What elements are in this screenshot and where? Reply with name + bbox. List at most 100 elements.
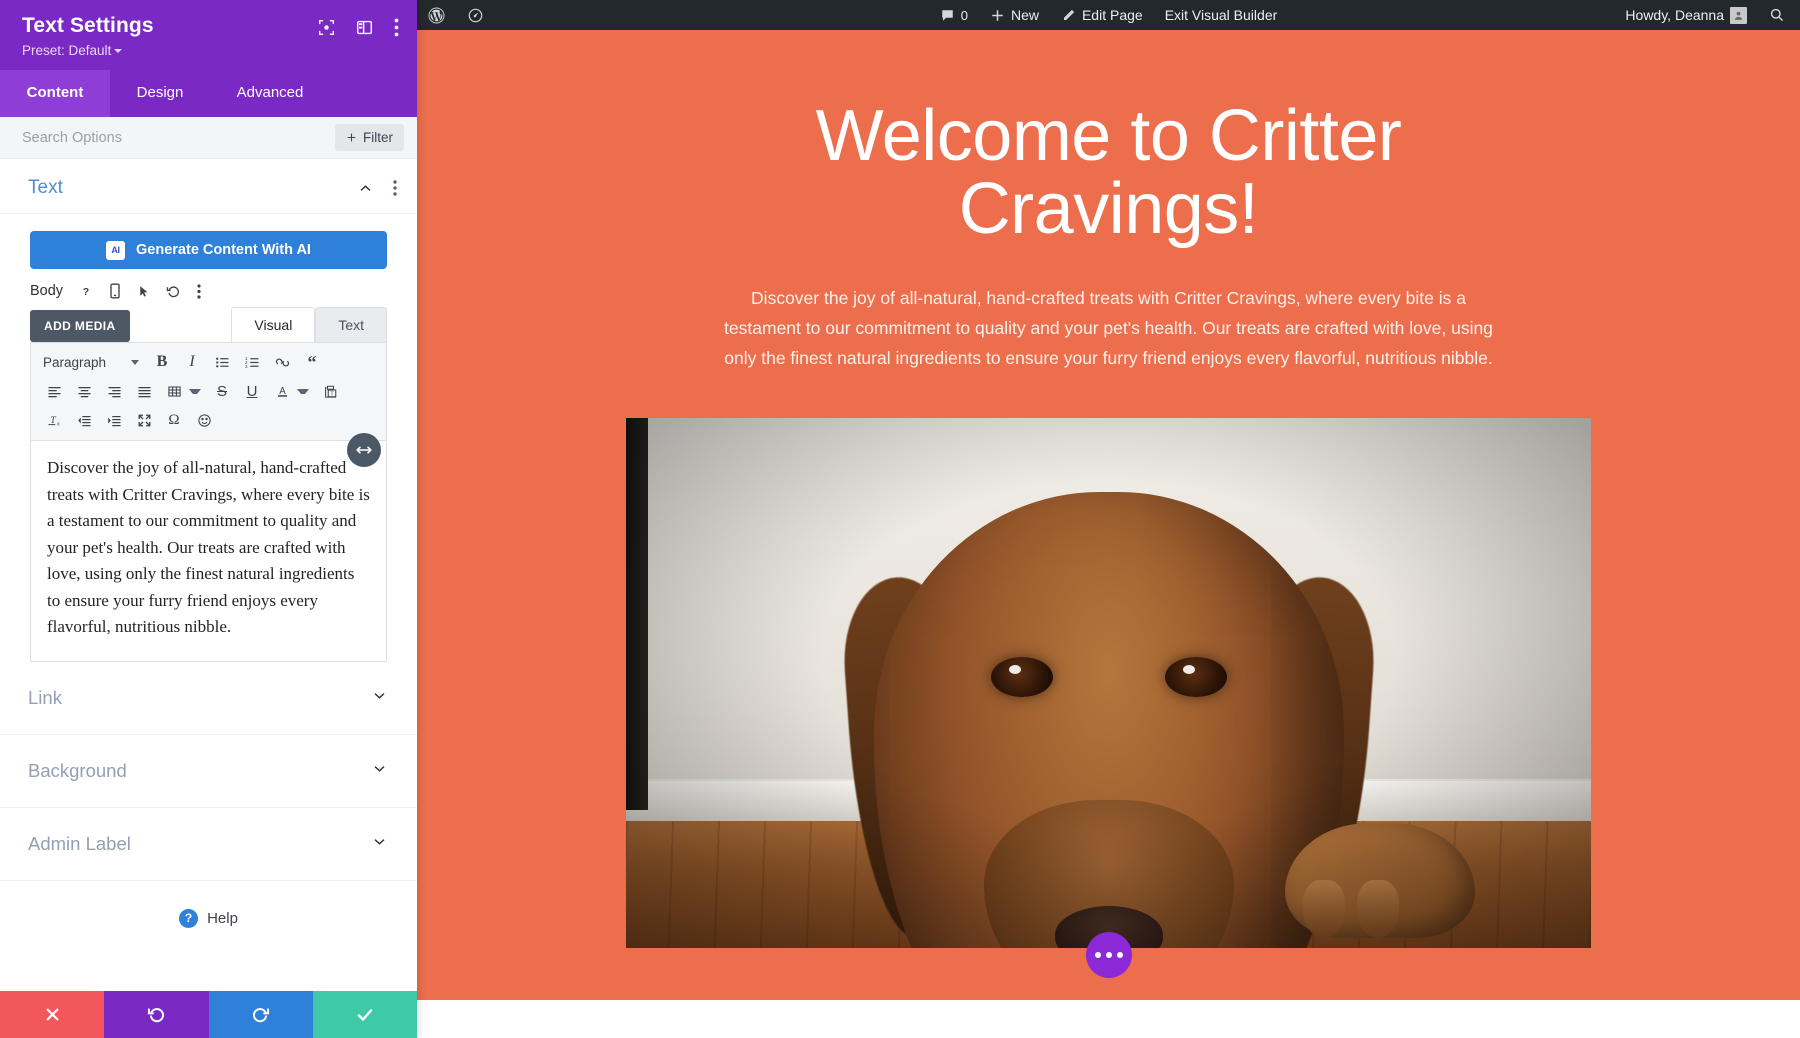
- align-justify-icon[interactable]: [129, 379, 159, 404]
- help-link[interactable]: ? Help: [0, 881, 417, 928]
- editor-top-bar: ADD MEDIA Visual Text: [30, 307, 387, 342]
- edit-page-item[interactable]: Edit Page: [1050, 0, 1154, 30]
- dog-photo: [626, 418, 1591, 949]
- wysiwyg-editor: ADD MEDIA Visual Text Paragraph B I 1 2 …: [30, 307, 387, 662]
- comments-item[interactable]: 0: [929, 0, 979, 30]
- tab-text[interactable]: Text: [315, 307, 387, 342]
- chevron-up-icon[interactable]: [358, 181, 373, 196]
- accordion-link[interactable]: Link: [0, 662, 417, 735]
- toolbar-row-2: S U A T: [39, 378, 380, 404]
- tab-visual[interactable]: Visual: [231, 307, 316, 342]
- focus-icon[interactable]: [318, 19, 335, 36]
- emoji-icon[interactable]: [189, 408, 219, 433]
- hero-image[interactable]: [626, 418, 1591, 949]
- cancel-button[interactable]: [0, 991, 105, 1038]
- page-bottom-spacer: [834, 1000, 1800, 1038]
- layout-columns-icon[interactable]: [356, 19, 373, 36]
- special-character-icon[interactable]: Ω: [159, 408, 189, 433]
- body-field-label: Body: [30, 283, 64, 299]
- editor-content[interactable]: Discover the joy of all-natural, hand-cr…: [30, 441, 387, 662]
- generate-content-with-ai-button[interactable]: AI Generate Content With AI: [30, 231, 387, 269]
- align-left-icon[interactable]: [39, 379, 69, 404]
- add-media-button[interactable]: ADD MEDIA: [30, 310, 130, 342]
- table-chevron-down-icon[interactable]: [189, 388, 201, 394]
- numbered-list-icon[interactable]: 1 2 3: [237, 350, 267, 375]
- bold-icon[interactable]: B: [147, 350, 177, 375]
- generate-ai-label: Generate Content With AI: [136, 242, 311, 258]
- page-title: Welcome to Critter Cravings!: [815, 96, 1402, 250]
- panel-footer: [0, 991, 417, 1038]
- help-label: Help: [207, 909, 238, 927]
- module-settings-panel: Text Settings Preset: Default Content De…: [0, 0, 417, 1038]
- cursor-icon[interactable]: [137, 284, 150, 299]
- tab-content[interactable]: Content: [0, 70, 110, 117]
- format-select-value: Paragraph: [43, 354, 107, 370]
- indent-icon[interactable]: [99, 408, 129, 433]
- text-color-icon[interactable]: A: [267, 379, 297, 404]
- exit-visual-builder-item[interactable]: Exit Visual Builder: [1154, 0, 1289, 30]
- svg-text:3: 3: [245, 364, 248, 369]
- save-button[interactable]: [312, 991, 417, 1038]
- chevron-down-icon: [372, 761, 387, 781]
- dot-2: [1105, 952, 1112, 958]
- wp-admin-bar: 0 New Edit Page Exit Visual Builder Howd…: [417, 0, 1800, 30]
- chevron-down-icon: [372, 834, 387, 854]
- fullscreen-icon[interactable]: [129, 408, 159, 433]
- search-options-bar: Filter: [0, 117, 417, 159]
- floating-options-button[interactable]: [1085, 932, 1132, 978]
- comments-count: 0: [960, 7, 968, 23]
- body-field-row: Body ?: [0, 269, 417, 307]
- accordion-admin-label[interactable]: Admin Label: [0, 808, 417, 881]
- strikethrough-icon[interactable]: S: [207, 379, 237, 404]
- outdent-icon[interactable]: [69, 408, 99, 433]
- toolbar-row-3: T x Ω: [39, 407, 380, 433]
- link-icon[interactable]: [267, 350, 297, 375]
- more-vertical-icon[interactable]: [197, 283, 201, 299]
- text-section-header[interactable]: Text: [0, 159, 417, 214]
- help-icon: ?: [179, 908, 199, 928]
- filter-button[interactable]: Filter: [335, 124, 404, 151]
- filter-label: Filter: [363, 130, 393, 145]
- panel-resize-handle[interactable]: [347, 433, 381, 467]
- preset-selector[interactable]: Preset: Default: [22, 43, 154, 58]
- search-input[interactable]: [22, 129, 335, 146]
- new-label: New: [1010, 7, 1039, 23]
- tab-design[interactable]: Design: [110, 70, 210, 117]
- page-hero-section: Welcome to Critter Cravings! Discover th…: [417, 30, 1800, 1000]
- new-item[interactable]: New: [979, 0, 1050, 30]
- clear-formatting-icon[interactable]: T x: [39, 408, 69, 433]
- toolbar-row-1: Paragraph B I 1 2 3 “: [39, 349, 380, 375]
- more-vertical-icon[interactable]: [394, 18, 399, 37]
- page-paragraph: Discover the joy of all-natural, hand-cr…: [724, 287, 1493, 369]
- dot-1: [1094, 952, 1101, 958]
- tab-advanced[interactable]: Advanced: [210, 70, 330, 117]
- chevron-down-icon: [372, 688, 387, 708]
- panel-header: Text Settings Preset: Default: [0, 0, 417, 70]
- accordion-admin-label-label: Admin Label: [28, 832, 131, 854]
- reset-icon[interactable]: [166, 284, 181, 299]
- edit-page-label: Edit Page: [1081, 7, 1143, 23]
- text-section-title: Text: [28, 177, 63, 198]
- svg-text:x: x: [56, 421, 59, 427]
- underline-icon[interactable]: U: [237, 379, 267, 404]
- format-select[interactable]: Paragraph: [39, 350, 147, 375]
- accordion-link-label: Link: [28, 686, 62, 708]
- help-icon[interactable]: ?: [79, 284, 93, 299]
- bulleted-list-icon[interactable]: [207, 350, 237, 375]
- more-vertical-icon[interactable]: [393, 180, 397, 196]
- italic-icon[interactable]: I: [177, 350, 207, 375]
- redo-button[interactable]: [208, 991, 313, 1038]
- table-icon[interactable]: [159, 379, 189, 404]
- blockquote-icon[interactable]: “: [297, 350, 327, 375]
- visual-builder-canvas: 0 New Edit Page Exit Visual Builder Howd…: [417, 0, 1800, 1038]
- align-center-icon[interactable]: [69, 379, 99, 404]
- ai-badge-icon: AI: [106, 240, 126, 260]
- align-right-icon[interactable]: [99, 379, 129, 404]
- paste-as-text-icon[interactable]: T: [315, 379, 345, 404]
- mobile-icon[interactable]: [109, 283, 121, 299]
- svg-text:?: ?: [83, 286, 89, 298]
- text-color-chevron-down-icon[interactable]: [297, 388, 309, 394]
- accordion-background[interactable]: Background: [0, 735, 417, 808]
- undo-button[interactable]: [104, 991, 209, 1038]
- preset-label: Preset: Default: [22, 43, 112, 58]
